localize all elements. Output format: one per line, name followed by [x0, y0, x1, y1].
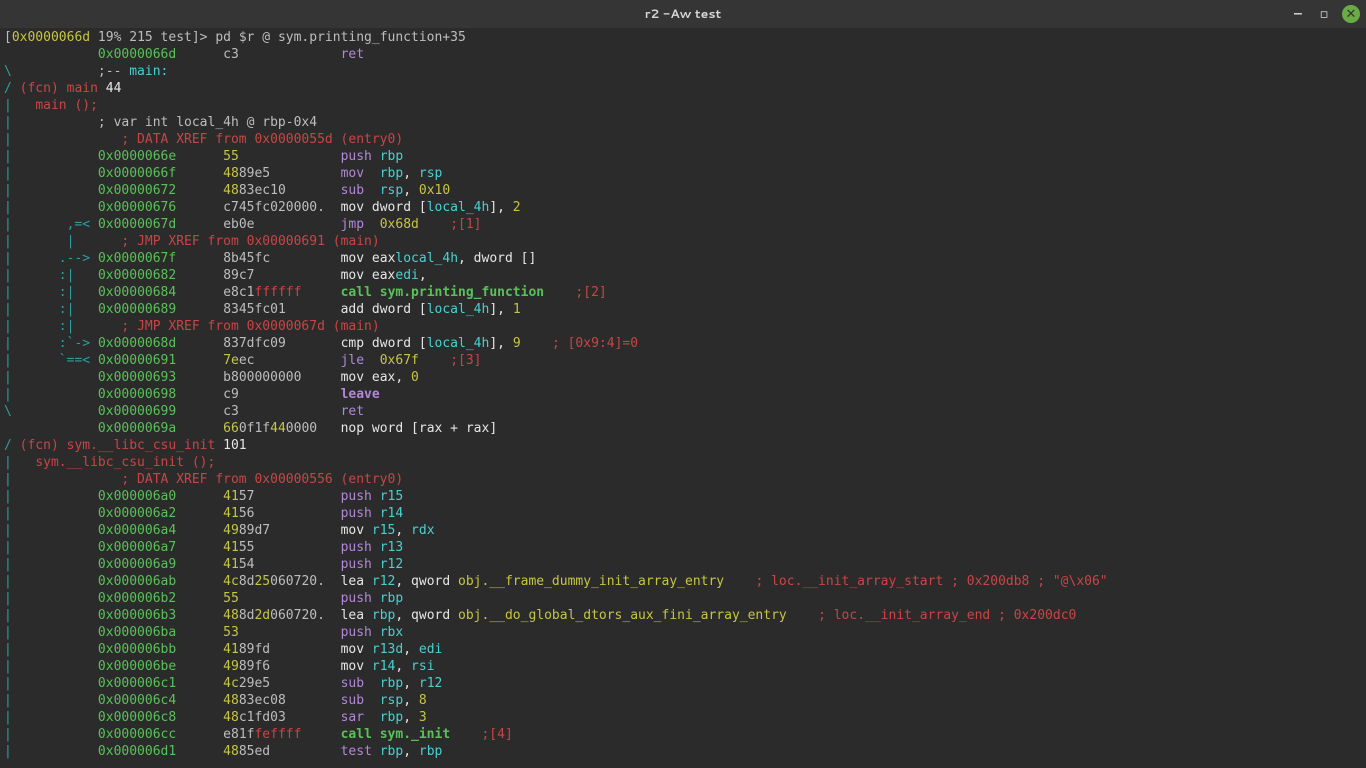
- disasm-line: | :| 0x00000684 e8c1ffffff call sym.prin…: [4, 285, 607, 300]
- disasm-line: | 0x00000676 c745fc020000. mov dword [lo…: [4, 200, 521, 215]
- disasm-line: 0x0000066d c3 ret: [4, 47, 380, 62]
- disasm-line: | 0x000006a9 4154 push r12: [4, 557, 403, 572]
- disasm-line: | .--> 0x0000067f 8b45fc mov eaxlocal_4h…: [4, 251, 536, 266]
- disasm-line: | 0x00000693 b800000000 mov eax, 0: [4, 370, 419, 385]
- disasm-line: \ 0x00000699 c3 ret: [4, 404, 380, 419]
- disasm-line: | | ; JMP XREF from 0x00000691 (main): [4, 234, 380, 249]
- disasm-line: | 0x000006a2 4156 push r14: [4, 506, 403, 521]
- disasm-line: | :| 0x00000682 89c7 mov eaxedi,: [4, 268, 435, 283]
- disasm-line: | :`-> 0x0000068d 837dfc09 cmp dword [lo…: [4, 336, 638, 351]
- disasm-line: | 0x000006c4 4883ec08 sub rsp, 8: [4, 693, 427, 708]
- disasm-line: | ,=< 0x0000067d eb0e jmp 0x68d ;[1]: [4, 217, 482, 232]
- disasm-line: | 0x000006c8 48c1fd03 sar rbp, 3: [4, 710, 427, 725]
- disasm-line: | 0x000006b2 55 push rbp: [4, 591, 403, 606]
- disasm-line: | :| 0x00000689 8345fc01 add dword [loca…: [4, 302, 521, 317]
- disasm-line: | 0x000006a7 4155 push r13: [4, 540, 403, 555]
- disasm-line: | sym.__libc_csu_init ();: [4, 455, 215, 470]
- disasm-line: \ ;-- main:: [4, 64, 168, 79]
- disasm-line: | 0x000006bb 4189fd mov r13d, edi: [4, 642, 442, 657]
- disasm-line: 0x0000069a 660f1f440000 nop word [rax + …: [4, 421, 497, 436]
- disasm-line: | 0x000006be 4989f6 mov r14, rsi: [4, 659, 435, 674]
- disasm-line: | 0x000006cc e81ffeffff call sym._init ;…: [4, 727, 513, 742]
- disasm-line: | 0x000006b3 488d2d060720. lea rbp, qwor…: [4, 608, 1076, 623]
- disasm-line: | 0x0000066f 4889e5 mov rbp, rsp: [4, 166, 442, 181]
- disasm-line: | :| ; JMP XREF from 0x0000067d (main): [4, 319, 380, 334]
- disasm-line: | 0x000006a4 4989d7 mov r15, rdx: [4, 523, 435, 538]
- disasm-line: | 0x0000066e 55 push rbp: [4, 149, 403, 164]
- disasm-line: | ; DATA XREF from 0x0000055d (entry0): [4, 132, 403, 147]
- maximize-icon[interactable]: ▫: [1316, 6, 1332, 22]
- disasm-line: | 0x000006c1 4c29e5 sub rbp, r12: [4, 676, 442, 691]
- disasm-line: | 0x000006d1 4885ed test rbp, rbp: [4, 744, 442, 759]
- disasm-line: | 0x00000698 c9 leave: [4, 387, 380, 402]
- terminal-output[interactable]: [0x0000066d 19% 215 test]> pd $r @ sym.p…: [0, 28, 1366, 760]
- disasm-line: / (fcn) main 44: [4, 81, 121, 96]
- title-bar: r2 -Aw test – ▫ ✕: [0, 0, 1366, 28]
- window-buttons: – ▫ ✕: [1290, 5, 1360, 23]
- close-icon[interactable]: ✕: [1342, 5, 1360, 23]
- minimize-icon[interactable]: –: [1290, 6, 1306, 22]
- window-title: r2 -Aw test: [645, 6, 722, 23]
- disasm-line: | main ();: [4, 98, 98, 113]
- disasm-line: / (fcn) sym.__libc_csu_init 101: [4, 438, 247, 453]
- disasm-line: | ; DATA XREF from 0x00000556 (entry0): [4, 472, 403, 487]
- disasm-line: | ; var int local_4h @ rbp-0x4: [4, 115, 317, 130]
- disasm-line: | 0x000006ba 53 push rbx: [4, 625, 403, 640]
- disasm-line: | 0x000006ab 4c8d25060720. lea r12, qwor…: [4, 574, 1108, 589]
- disasm-line: | `==< 0x00000691 7eec jle 0x67f ;[3]: [4, 353, 482, 368]
- prompt[interactable]: [0x0000066d 19% 215 test]> pd $r @ sym.p…: [4, 30, 466, 45]
- disasm-line: | 0x00000672 4883ec10 sub rsp, 0x10: [4, 183, 450, 198]
- disasm-line: | 0x000006a0 4157 push r15: [4, 489, 403, 504]
